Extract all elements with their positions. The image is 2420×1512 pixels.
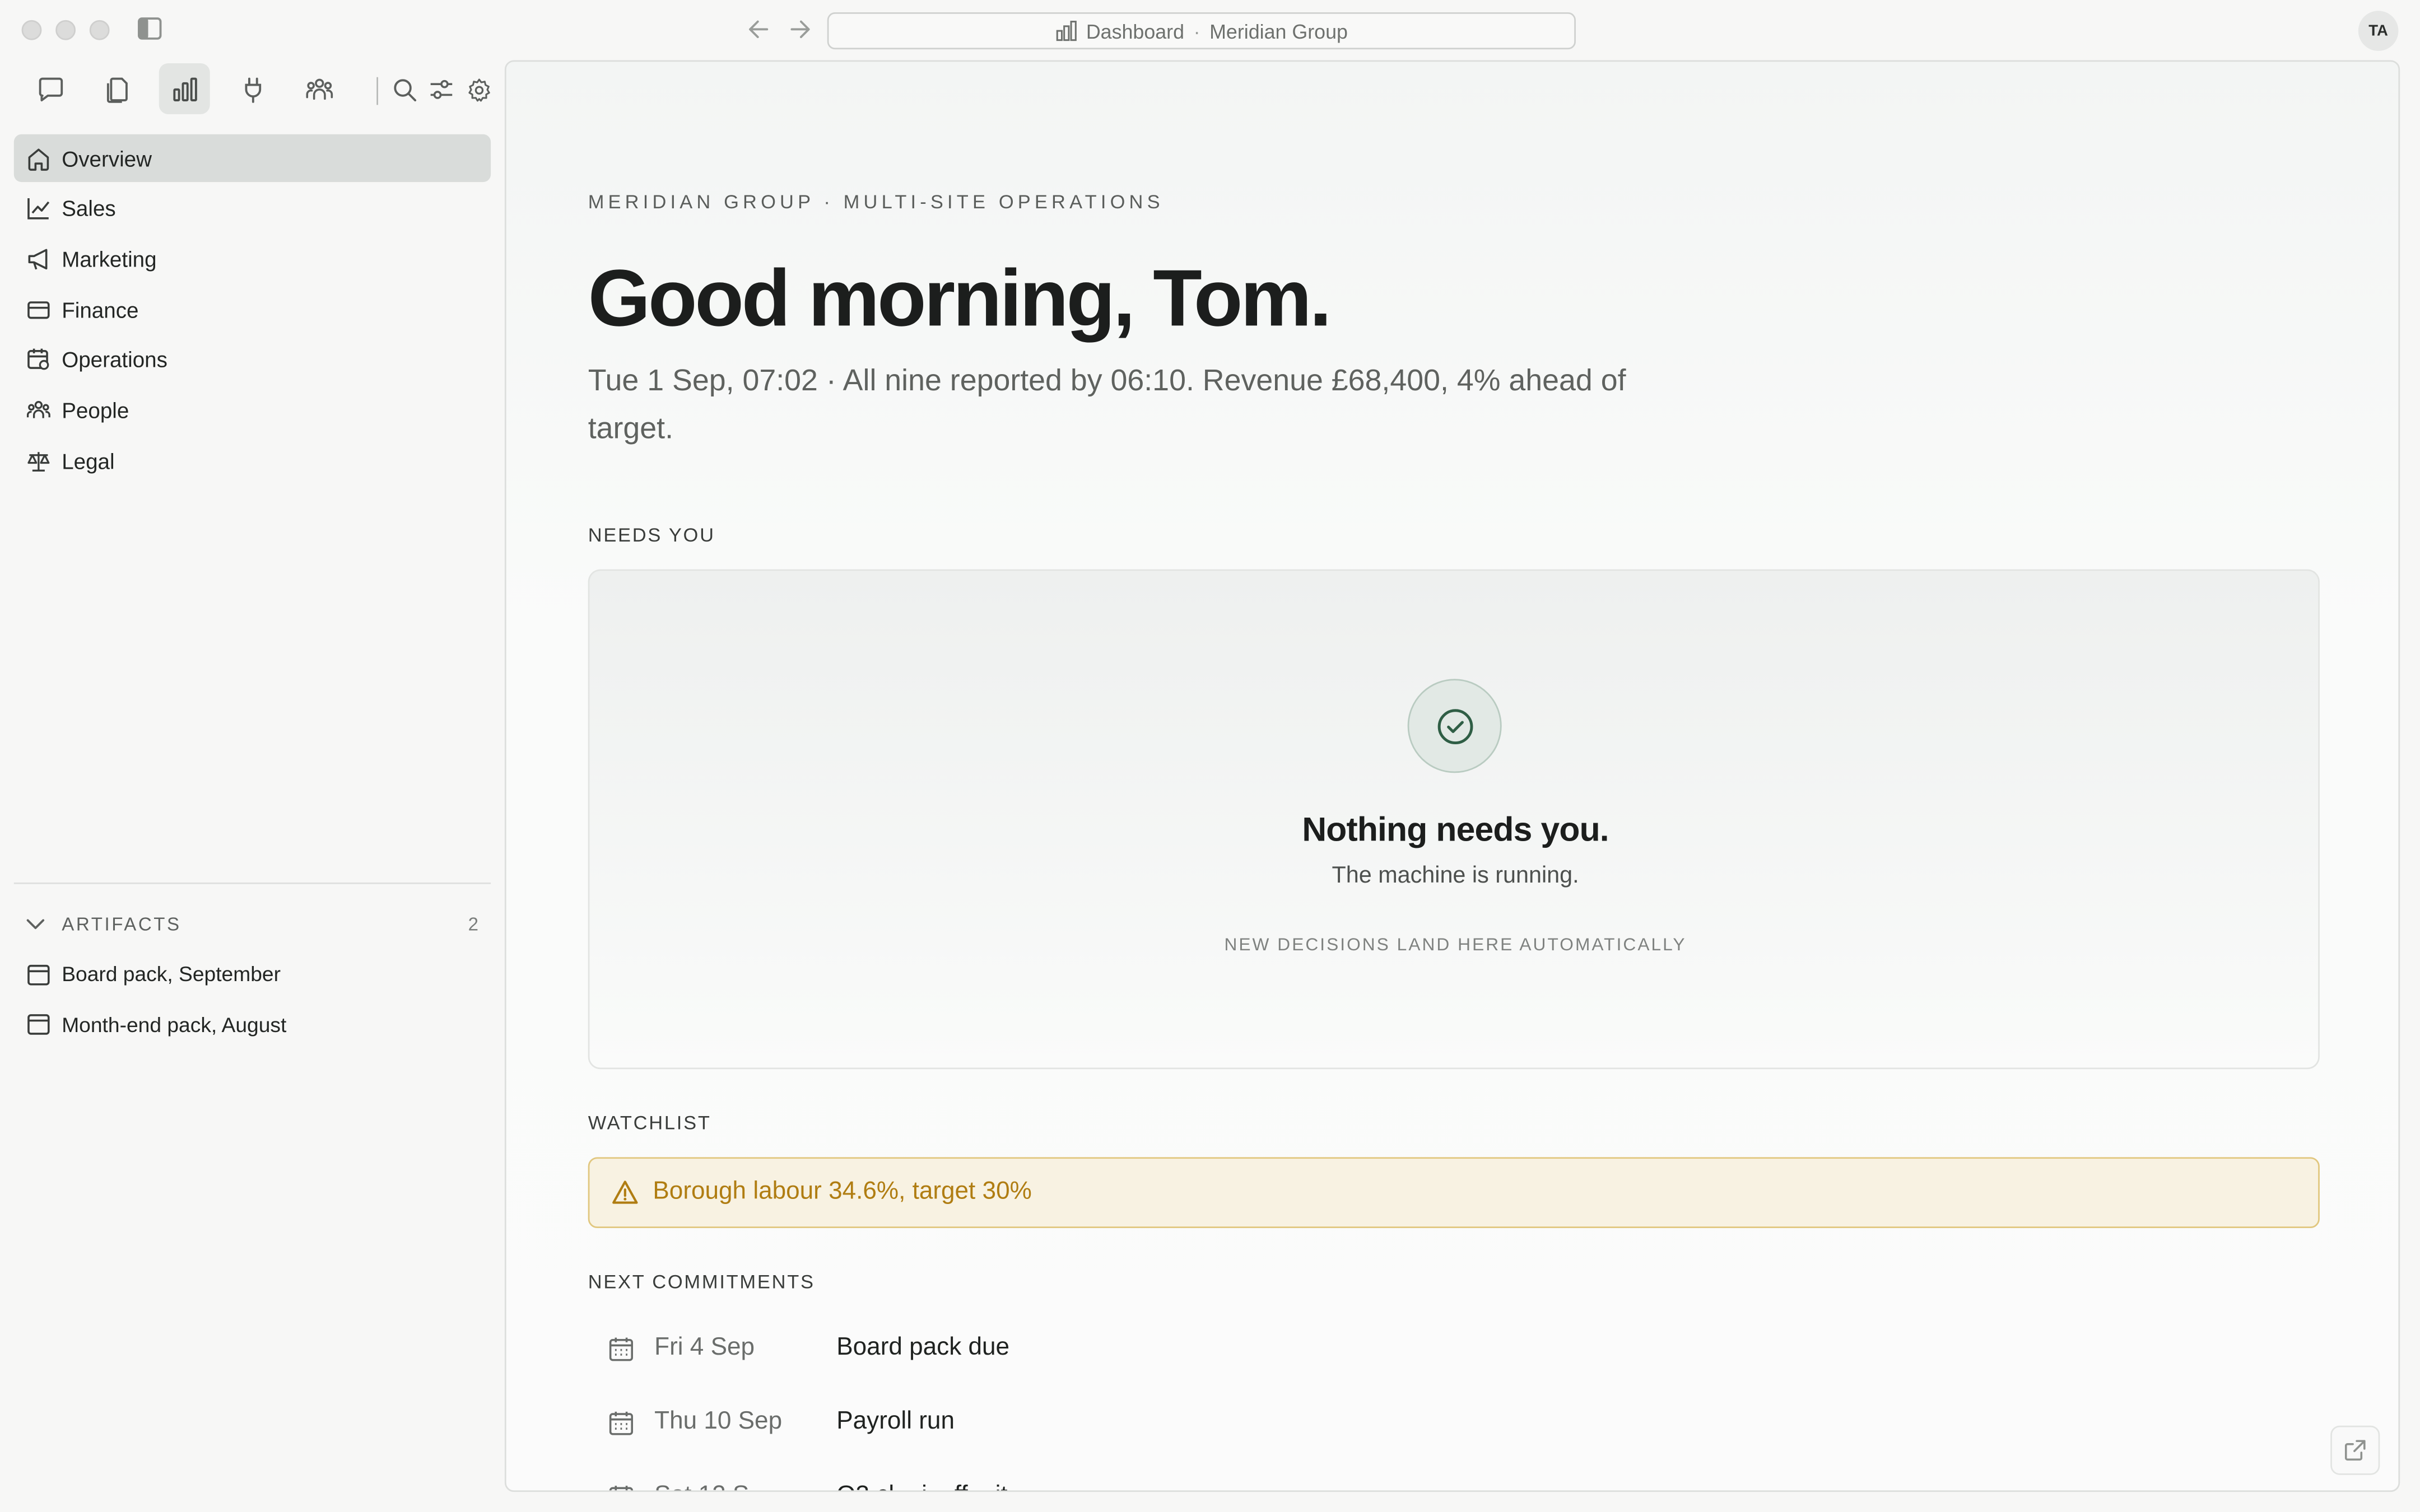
sidebar-item-finance[interactable]: Finance bbox=[14, 286, 491, 333]
plug-icon bbox=[237, 73, 268, 104]
commitment-row[interactable]: Thu 10 Sep Payroll run bbox=[607, 1404, 955, 1441]
sliders-icon[interactable] bbox=[427, 76, 455, 104]
toolbar-divider bbox=[376, 77, 378, 105]
scales-icon bbox=[25, 447, 51, 474]
address-page: Dashboard bbox=[1086, 19, 1185, 43]
needs-you-card: Nothing needs you. The machine is runnin… bbox=[588, 569, 2320, 1070]
sidebar-item-label: Legal bbox=[62, 448, 115, 473]
artifact-label: Board pack, September bbox=[62, 963, 281, 986]
address-separator: · bbox=[1193, 19, 1200, 43]
calendar-gear-icon bbox=[25, 347, 51, 373]
watchlist-item[interactable]: Borough labour 34.6%, target 30% bbox=[588, 1157, 2320, 1229]
main-panel: MERIDIAN GROUP · MULTI-SITE OPERATIONS G… bbox=[504, 60, 2400, 1492]
check-circle-icon bbox=[1407, 679, 1502, 773]
forward-arrow-icon[interactable] bbox=[784, 14, 815, 45]
sidebar-item-label: Sales bbox=[62, 196, 116, 221]
sidebar-item-label: People bbox=[62, 398, 129, 423]
sidebar-item-label: Overview bbox=[62, 146, 152, 171]
commitment-date: Fri 4 Sep bbox=[654, 1334, 755, 1361]
page-subline: Tue 1 Sep, 07:02 · All nine reported by … bbox=[588, 364, 1626, 446]
app-window: Dashboard · Meridian Group TA Overview S… bbox=[0, 0, 2420, 1512]
bar-chart-icon bbox=[169, 73, 200, 104]
needs-you-subtitle: The machine is running. bbox=[1332, 862, 1579, 889]
external-link-icon bbox=[2343, 1438, 2367, 1463]
needs-you-title: Nothing needs you. bbox=[1302, 810, 1609, 849]
tab-chat[interactable] bbox=[25, 63, 76, 114]
sidebar-nav: Overview Sales Marketing Finance Operati… bbox=[13, 134, 491, 487]
chevron-down-icon bbox=[25, 913, 46, 935]
sidebar-item-label: Operations bbox=[62, 347, 167, 372]
artifact-board-pack-september[interactable]: Board pack, September bbox=[14, 950, 491, 998]
gear-icon[interactable] bbox=[464, 76, 492, 104]
sidebar-item-label: Marketing bbox=[62, 246, 157, 272]
sidebar-toggle-icon[interactable] bbox=[137, 17, 162, 40]
close-window-button[interactable] bbox=[21, 20, 42, 40]
home-icon bbox=[25, 145, 51, 171]
title-bar: Dashboard · Meridian Group TA bbox=[0, 0, 2420, 59]
sidebar-item-legal[interactable]: Legal bbox=[14, 437, 491, 484]
tab-team[interactable] bbox=[293, 63, 344, 114]
address-bar[interactable]: Dashboard · Meridian Group bbox=[827, 12, 1576, 50]
artifact-month-end-pack-august[interactable]: Month-end pack, August bbox=[14, 1001, 491, 1048]
artifacts-title: ARTIFACTS bbox=[62, 913, 182, 935]
commitment-row[interactable]: Fri 4 Sep Board pack due bbox=[607, 1330, 1009, 1367]
calendar-icon bbox=[607, 1334, 635, 1362]
needs-you-label: NEEDS YOU bbox=[588, 524, 715, 547]
artifact-icon bbox=[25, 961, 51, 987]
calendar-icon bbox=[607, 1408, 635, 1436]
documents-icon bbox=[101, 73, 132, 104]
tab-integrations[interactable] bbox=[227, 63, 278, 114]
watchlist-label: WATCHLIST bbox=[588, 1112, 711, 1134]
artifact-list: Board pack, September Month-end pack, Au… bbox=[14, 950, 491, 1051]
open-external-button[interactable] bbox=[2330, 1425, 2380, 1475]
chat-bubble-icon bbox=[35, 73, 66, 104]
commitment-title: Payroll run bbox=[836, 1408, 955, 1435]
sidebar-item-operations[interactable]: Operations bbox=[14, 336, 491, 384]
trend-line-icon bbox=[25, 195, 51, 222]
people-icon bbox=[25, 397, 51, 423]
sidebar-item-sales[interactable]: Sales bbox=[14, 185, 491, 232]
address-org: Meridian Group bbox=[1209, 19, 1348, 43]
back-arrow-icon[interactable] bbox=[744, 14, 775, 45]
artifacts-divider bbox=[13, 882, 491, 884]
team-icon bbox=[303, 73, 334, 104]
search-icon[interactable] bbox=[390, 76, 418, 104]
avatar[interactable]: TA bbox=[2358, 11, 2399, 51]
bar-chart-icon bbox=[1055, 20, 1077, 42]
minimize-window-button[interactable] bbox=[55, 20, 76, 40]
calendar-icon bbox=[607, 1483, 635, 1491]
artifact-icon bbox=[25, 1011, 51, 1038]
tab-dashboard[interactable] bbox=[159, 63, 210, 114]
next-commitments-label: NEXT COMMITMENTS bbox=[588, 1271, 815, 1293]
needs-you-footnote: NEW DECISIONS LAND HERE AUTOMATICALLY bbox=[1224, 936, 1687, 955]
page-title: Good morning, Tom. bbox=[588, 254, 1332, 344]
megaphone-icon bbox=[25, 246, 51, 272]
wallet-icon bbox=[25, 296, 51, 323]
artifacts-count: 2 bbox=[468, 913, 479, 935]
commitment-date: Sat 12 S bbox=[654, 1483, 836, 1491]
zoom-window-button[interactable] bbox=[89, 20, 110, 40]
commitment-title: Board pack due bbox=[836, 1334, 1010, 1361]
commitment-title: Q3 cl... i... ff... it bbox=[836, 1483, 1007, 1491]
sidebar: Overview Sales Marketing Finance Operati… bbox=[0, 59, 503, 1512]
sidebar-item-marketing[interactable]: Marketing bbox=[14, 235, 491, 283]
sidebar-item-label: Finance bbox=[62, 297, 139, 322]
tab-documents[interactable] bbox=[91, 63, 142, 114]
commitment-row[interactable]: Sat 12 S Q3 cl... i... ff... it bbox=[607, 1478, 1008, 1491]
commitment-date: Thu 10 Sep bbox=[654, 1408, 783, 1435]
sidebar-item-overview[interactable]: Overview bbox=[13, 134, 491, 183]
watchlist-item-text: Borough labour 34.6%, target 30% bbox=[653, 1178, 1032, 1205]
artifacts-section-toggle[interactable]: ARTIFACTS 2 bbox=[25, 911, 488, 939]
sidebar-item-people[interactable]: People bbox=[14, 386, 491, 434]
page-eyebrow: MERIDIAN GROUP · MULTI-SITE OPERATIONS bbox=[588, 191, 1164, 213]
warning-triangle-icon bbox=[609, 1177, 640, 1208]
sidebar-toolbar bbox=[25, 63, 497, 116]
artifact-label: Month-end pack, August bbox=[62, 1013, 287, 1037]
